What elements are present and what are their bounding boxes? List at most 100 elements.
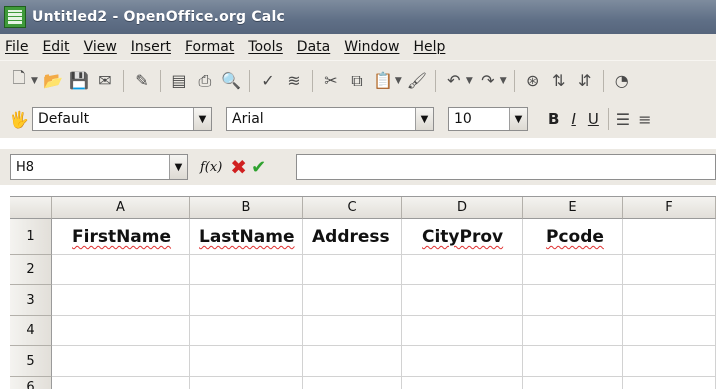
row-header-1[interactable]: 1 xyxy=(10,219,52,255)
formula-input[interactable] xyxy=(296,154,716,180)
export-pdf-icon[interactable]: ▤ xyxy=(168,70,190,92)
redo-icon[interactable]: ↷ xyxy=(477,70,499,92)
menu-file[interactable]: File xyxy=(0,39,37,55)
cell-b2[interactable] xyxy=(190,255,303,285)
accept-icon[interactable]: ✔ xyxy=(251,157,266,178)
cell-a3[interactable] xyxy=(52,285,190,316)
cell-c6[interactable] xyxy=(303,377,402,389)
sort-ascending-icon[interactable]: ⇅ xyxy=(548,70,570,92)
menu-tools[interactable]: Tools xyxy=(243,39,292,55)
name-box[interactable]: H8 ▼ xyxy=(10,154,188,180)
new-dropdown-icon[interactable]: ▼ xyxy=(31,76,38,86)
cell-f4[interactable] xyxy=(623,316,716,346)
paste-dropdown-icon[interactable]: ▼ xyxy=(395,76,402,86)
column-header-e[interactable]: E xyxy=(523,197,623,219)
format-paintbrush-icon[interactable]: 🖌 xyxy=(406,70,428,92)
align-left-icon[interactable]: ☰ xyxy=(612,108,634,130)
chevron-down-icon[interactable]: ▼ xyxy=(193,108,211,130)
navigator-icon[interactable]: ⊛ xyxy=(522,70,544,92)
menu-format[interactable]: Format xyxy=(180,39,243,55)
cell-d1[interactable]: CityProv xyxy=(422,227,503,247)
spellcheck-icon[interactable]: ✓ xyxy=(257,70,279,92)
cell-a2[interactable] xyxy=(52,255,190,285)
cell-e3[interactable] xyxy=(523,285,623,316)
new-icon[interactable]: 🗋 xyxy=(8,68,30,92)
font-name-select[interactable]: Arial ▼ xyxy=(226,107,434,131)
function-wizard-icon[interactable]: f(x) xyxy=(200,160,222,175)
autospellcheck-icon[interactable]: ≋ xyxy=(283,70,305,92)
bold-button[interactable]: B xyxy=(542,110,565,128)
chevron-down-icon[interactable]: ▼ xyxy=(415,108,433,130)
column-header-d[interactable]: D xyxy=(402,197,523,219)
sort-descending-icon[interactable]: ⇵ xyxy=(574,70,596,92)
cell-a4[interactable] xyxy=(52,316,190,346)
cell-b1[interactable]: LastName xyxy=(199,227,295,247)
column-header-a[interactable]: A xyxy=(52,197,190,219)
menu-edit[interactable]: Edit xyxy=(37,39,78,55)
chart-icon[interactable]: ◔ xyxy=(611,70,633,92)
menu-view[interactable]: View xyxy=(79,39,126,55)
row-header-5[interactable]: 5 xyxy=(10,346,52,377)
cell-a6[interactable] xyxy=(52,377,190,389)
cell-b4[interactable] xyxy=(190,316,303,346)
menu-window[interactable]: Window xyxy=(339,39,408,55)
cell-d6[interactable] xyxy=(402,377,523,389)
cell-d2[interactable] xyxy=(402,255,523,285)
cell-f5[interactable] xyxy=(623,346,716,377)
cell-e1[interactable]: Pcode xyxy=(546,227,604,247)
undo-icon[interactable]: ↶ xyxy=(443,70,465,92)
chevron-down-icon[interactable]: ▼ xyxy=(169,155,187,179)
cell-c5[interactable] xyxy=(303,346,402,377)
cell-c4[interactable] xyxy=(303,316,402,346)
select-all-corner[interactable] xyxy=(10,197,52,219)
menu-insert[interactable]: Insert xyxy=(126,39,180,55)
styles-formatting-icon[interactable]: 🖐 xyxy=(8,108,30,130)
email-icon[interactable]: ✉ xyxy=(94,70,116,92)
cell-e4[interactable] xyxy=(523,316,623,346)
cell-b3[interactable] xyxy=(190,285,303,316)
italic-button[interactable]: I xyxy=(565,110,581,128)
cell-d5[interactable] xyxy=(402,346,523,377)
undo-dropdown-icon[interactable]: ▼ xyxy=(466,76,473,86)
menu-help[interactable]: Help xyxy=(408,39,454,55)
font-size-select[interactable]: 10 ▼ xyxy=(448,107,528,131)
cancel-icon[interactable]: ✖ xyxy=(230,155,247,179)
row-header-6[interactable]: 6 xyxy=(10,377,52,389)
cell-f3[interactable] xyxy=(623,285,716,316)
chevron-down-icon[interactable]: ▼ xyxy=(509,108,527,130)
cell-f2[interactable] xyxy=(623,255,716,285)
print-icon[interactable]: ⎙ xyxy=(194,70,216,92)
cell-e6[interactable] xyxy=(523,377,623,389)
open-icon[interactable]: 📂 xyxy=(42,70,64,92)
cell-c2[interactable] xyxy=(303,255,402,285)
style-select[interactable]: Default ▼ xyxy=(32,107,212,131)
cell-d4[interactable] xyxy=(402,316,523,346)
menu-data[interactable]: Data xyxy=(292,39,339,55)
column-header-f[interactable]: F xyxy=(623,197,716,219)
edit-file-icon[interactable]: ✎ xyxy=(131,70,153,92)
cell-c1[interactable]: Address xyxy=(312,227,390,247)
paste-icon[interactable]: 📋 xyxy=(372,70,394,92)
row-header-3[interactable]: 3 xyxy=(10,285,52,316)
cell-b6[interactable] xyxy=(190,377,303,389)
page-preview-icon[interactable]: 🔍 xyxy=(220,70,242,92)
cell-f6[interactable] xyxy=(623,377,716,389)
cell-a1[interactable]: FirstName xyxy=(72,227,171,247)
copy-icon[interactable]: ⧉ xyxy=(346,70,368,92)
cell-e5[interactable] xyxy=(523,346,623,377)
cell-f1[interactable] xyxy=(623,219,716,255)
cell-c3[interactable] xyxy=(303,285,402,316)
cell-e2[interactable] xyxy=(523,255,623,285)
cell-b5[interactable] xyxy=(190,346,303,377)
column-header-b[interactable]: B xyxy=(190,197,303,219)
cut-icon[interactable]: ✂ xyxy=(320,70,342,92)
save-icon[interactable]: 💾 xyxy=(68,70,90,92)
underline-button[interactable]: U xyxy=(582,110,605,128)
cell-d3[interactable] xyxy=(402,285,523,316)
row-header-4[interactable]: 4 xyxy=(10,316,52,346)
cell-a5[interactable] xyxy=(52,346,190,377)
align-center-icon[interactable]: ≡ xyxy=(634,108,656,130)
column-header-c[interactable]: C xyxy=(303,197,402,219)
redo-dropdown-icon[interactable]: ▼ xyxy=(500,76,507,86)
row-header-2[interactable]: 2 xyxy=(10,255,52,285)
